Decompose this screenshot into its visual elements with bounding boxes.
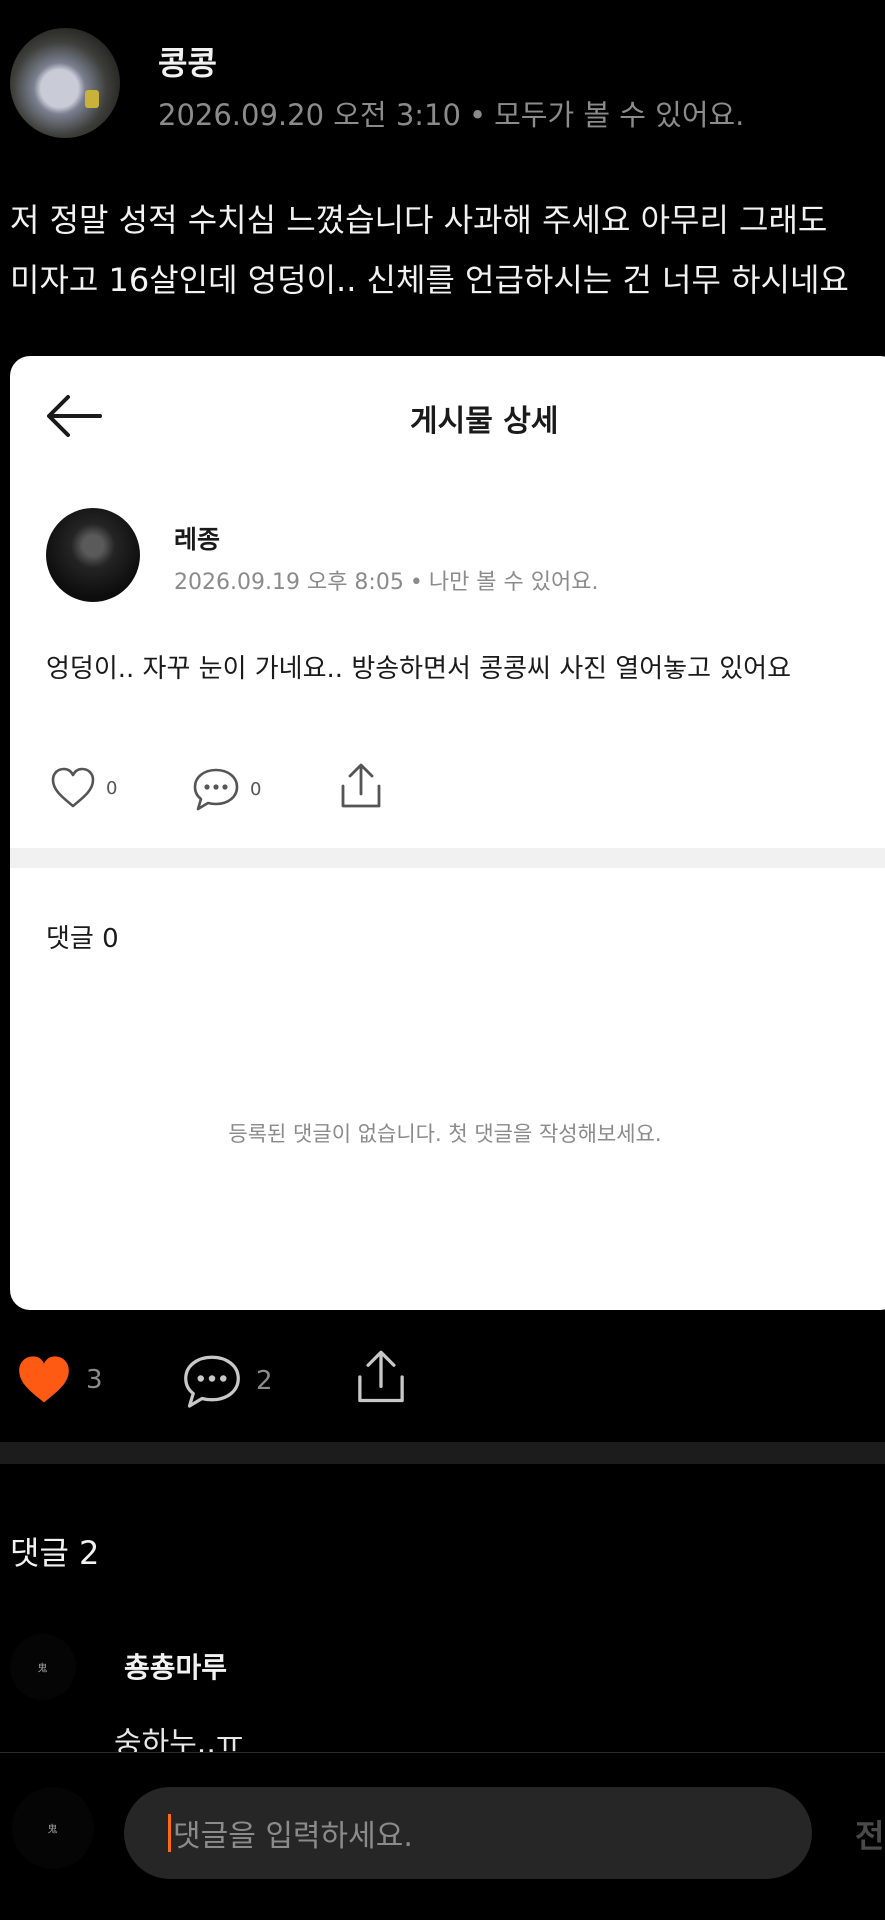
embedded-like-count: 0 bbox=[106, 777, 118, 799]
like-count: 3 bbox=[86, 1365, 103, 1395]
embedded-meta-separator: • bbox=[409, 570, 423, 595]
post-body: 저 정말 성적 수치심 느꼈습니다 사과해 주세요 아무리 그래도 미자고 16… bbox=[10, 190, 885, 310]
author-avatar[interactable] bbox=[10, 28, 120, 138]
post-action-bar: 3 2 bbox=[0, 1344, 885, 1414]
back-arrow-icon bbox=[47, 395, 102, 437]
post-body-line: 저 정말 성적 수치심 느꼈습니다 사과해 주세요 아무리 그래도 bbox=[10, 201, 828, 239]
post-body-line: 미자고 16살인데 엉덩이.. 신체를 언급하시는 건 너무 하시네요 bbox=[10, 261, 849, 299]
send-button[interactable]: 전송 bbox=[855, 1811, 885, 1857]
embedded-divider bbox=[10, 848, 885, 868]
comment-composer: 鬼 댓글을 입력하세요. 전송 bbox=[0, 1752, 885, 1920]
avatar-image-mark: 鬼 bbox=[37, 1663, 49, 1675]
comment-button[interactable]: 2 bbox=[182, 1352, 273, 1410]
meta-separator: • bbox=[468, 98, 487, 132]
heart-icon bbox=[19, 1356, 69, 1403]
comment-bubble-icon bbox=[184, 1355, 240, 1408]
heart-icon bbox=[51, 767, 95, 808]
section-divider bbox=[0, 1442, 885, 1464]
like-button[interactable]: 3 bbox=[16, 1354, 103, 1406]
comment-author-avatar[interactable]: 鬼 bbox=[10, 1634, 76, 1700]
my-avatar: 鬼 bbox=[12, 1787, 94, 1869]
embedded-page-title: 게시물 상세 bbox=[410, 404, 559, 439]
embedded-like-action: 0 bbox=[50, 766, 117, 810]
author-name[interactable]: 콩콩 bbox=[158, 38, 217, 84]
embedded-comments-title: 댓글 0 bbox=[46, 924, 119, 954]
embedded-post-date: 2026.09.19 오후 8:05 bbox=[174, 570, 404, 595]
post-meta: 2026.09.20 오전 3:10 • 모두가 볼 수 있어요. bbox=[158, 92, 744, 134]
share-icon bbox=[358, 1350, 404, 1403]
comment-input[interactable]: 댓글을 입력하세요. bbox=[124, 1787, 812, 1879]
embedded-post-visibility: 나만 볼 수 있어요. bbox=[428, 570, 599, 595]
embedded-comment-action: 0 bbox=[192, 766, 261, 812]
embedded-topbar: 게시물 상세 bbox=[10, 356, 885, 476]
embedded-share-action bbox=[338, 762, 384, 810]
comment-input-placeholder: 댓글을 입력하세요. bbox=[173, 1819, 413, 1854]
embedded-post-screenshot[interactable]: 게시물 상세 레종 2026.09.19 오후 8:05 • 나만 볼 수 있어요.… bbox=[10, 356, 885, 1310]
post-date: 2026.09.20 오전 3:10 bbox=[158, 98, 461, 132]
share-button[interactable] bbox=[354, 1348, 408, 1406]
embedded-author-name: 레종 bbox=[174, 525, 221, 554]
share-icon bbox=[341, 763, 381, 808]
comment-bubble-icon bbox=[193, 768, 239, 811]
post-header: 콩콩 2026.09.20 오전 3:10 • 모두가 볼 수 있어요. bbox=[0, 0, 885, 160]
comments-title: 댓글 2 bbox=[10, 1534, 100, 1572]
post-visibility: 모두가 볼 수 있어요. bbox=[494, 98, 745, 132]
comment-author[interactable]: 춍춍마루 bbox=[124, 1646, 227, 1686]
embedded-author-avatar bbox=[46, 508, 140, 602]
embedded-action-bar: 0 0 bbox=[10, 760, 885, 820]
embedded-empty-comments-message: 등록된 댓글이 없습니다. 첫 댓글을 작성해보세요. bbox=[228, 1122, 662, 1146]
embedded-post-meta: 2026.09.19 오후 8:05 • 나만 볼 수 있어요. bbox=[174, 564, 598, 596]
embedded-comment-count: 0 bbox=[250, 778, 262, 800]
text-caret bbox=[168, 1814, 171, 1852]
avatar-image-mark: 鬼 bbox=[47, 1824, 59, 1836]
comment-count: 2 bbox=[256, 1366, 273, 1396]
embedded-post-body: 엉덩이.. 자꾸 눈이 가네요.. 방송하면서 콩콩씨 사진 열어놓고 있어요 bbox=[46, 654, 792, 684]
